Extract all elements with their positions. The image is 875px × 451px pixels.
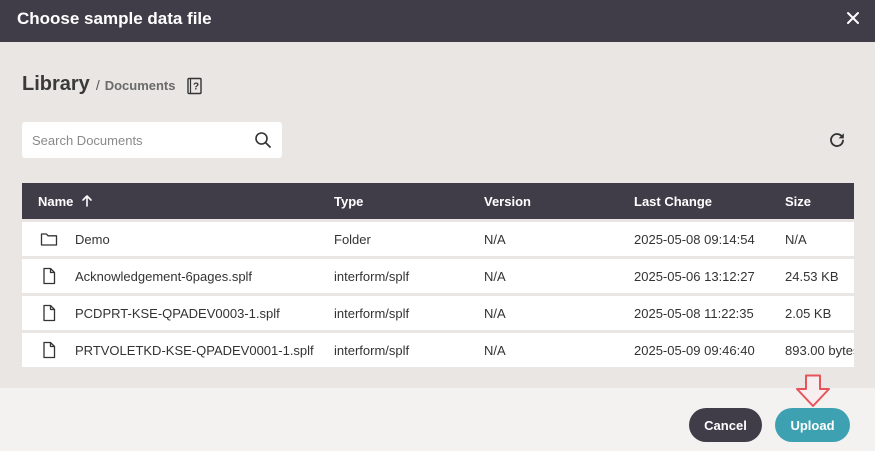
svg-text:?: ? [193, 82, 199, 93]
row-type: interform/splf [334, 306, 410, 321]
file-icon [43, 341, 56, 359]
row-size: 893.00 bytes [785, 343, 854, 358]
cancel-button[interactable]: Cancel [689, 408, 762, 442]
row-name: PRTVOLETKD-KSE-QPADEV0001-1.splf [75, 343, 314, 358]
column-header-name[interactable]: Name [38, 194, 293, 209]
row-size: N/A [785, 232, 807, 247]
table-header: Name Type Version Last Change Size [22, 183, 854, 219]
breadcrumb: Library / Documents [22, 73, 176, 99]
column-header-type[interactable]: Type [334, 194, 479, 209]
folder-icon [40, 233, 58, 246]
row-type: interform/splf [334, 269, 410, 284]
row-size: 24.53 KB [785, 269, 839, 284]
row-version: N/A [484, 269, 506, 284]
row-name: PCDPRT-KSE-QPADEV0003-1.splf [75, 306, 280, 321]
breadcrumb-documents: Documents [104, 78, 176, 93]
breadcrumb-library[interactable]: Library [22, 73, 90, 96]
table-row[interactable]: Demo Folder N/A 2025-05-08 09:14:54 N/A [22, 222, 854, 256]
close-icon[interactable] [843, 8, 863, 28]
file-icon [43, 304, 56, 322]
row-last-change: 2025-05-08 11:22:35 [634, 306, 754, 321]
row-version: N/A [484, 343, 506, 358]
row-version: N/A [484, 232, 506, 247]
row-name: Acknowledgement-6pages.splf [75, 269, 253, 284]
row-type: Folder [334, 232, 371, 247]
sort-ascending-icon[interactable] [80, 194, 94, 208]
search-icon[interactable] [254, 131, 272, 149]
down-arrow-icon [796, 374, 830, 407]
search-input[interactable] [22, 122, 242, 158]
column-header-last-change[interactable]: Last Change [634, 194, 782, 209]
row-name: Demo [75, 232, 110, 247]
row-version: N/A [484, 306, 506, 321]
column-header-size[interactable]: Size [785, 194, 854, 209]
documents-table: Name Type Version Last Change Size Demo … [22, 183, 854, 367]
row-last-change: 2025-05-09 09:46:40 [634, 343, 755, 358]
table-row[interactable]: PCDPRT-KSE-QPADEV0003-1.splf interform/s… [22, 296, 854, 330]
row-size: 2.05 KB [785, 306, 832, 321]
breadcrumb-separator: / [95, 77, 100, 93]
row-last-change: 2025-05-06 13:12:27 [634, 269, 755, 284]
dialog-title: Choose sample data file [17, 9, 212, 28]
search-field [22, 122, 282, 158]
table-row[interactable]: Acknowledgement-6pages.splf interform/sp… [22, 259, 854, 293]
row-last-change: 2025-05-08 09:14:54 [634, 232, 755, 247]
table-row[interactable]: PRTVOLETKD-KSE-QPADEV0001-1.splf interfo… [22, 333, 854, 367]
choose-file-dialog: Choose sample data file Library / Docume… [0, 0, 875, 451]
help-book-icon[interactable]: ? [186, 77, 204, 95]
row-type: interform/splf [334, 343, 410, 358]
refresh-icon[interactable] [828, 131, 846, 149]
upload-button[interactable]: Upload [775, 408, 850, 442]
column-header-version[interactable]: Version [484, 194, 629, 209]
file-icon [43, 267, 56, 285]
dialog-body: Library / Documents ? Name [0, 42, 875, 388]
dialog-titlebar: Choose sample data file [0, 0, 875, 42]
